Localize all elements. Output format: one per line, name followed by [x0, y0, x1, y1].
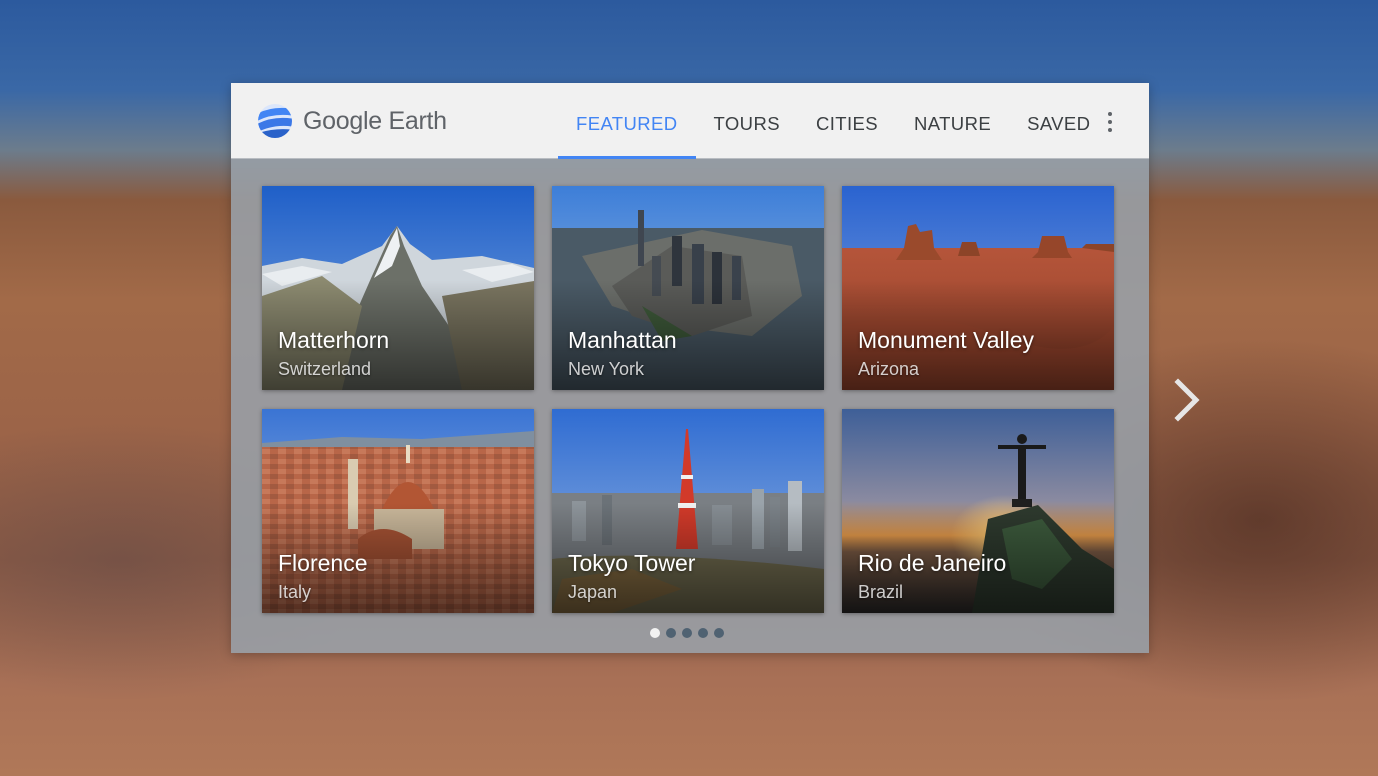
- card-subtitle: Japan: [568, 582, 618, 602]
- page-dot-5[interactable]: [714, 628, 724, 638]
- tab-tours[interactable]: TOURS: [696, 83, 798, 158]
- tab-nature[interactable]: NATURE: [896, 83, 1009, 158]
- card-title: Manhattan: [568, 327, 677, 353]
- category-tabs: FEATURED TOURS CITIES NATURE SAVED: [558, 83, 1108, 159]
- google-earth-logo: Google Earth: [257, 103, 447, 139]
- tab-featured[interactable]: FEATURED: [558, 83, 696, 159]
- card-title: Tokyo Tower: [568, 550, 696, 576]
- card-monument-valley[interactable]: Monument Valley Arizona: [842, 186, 1114, 390]
- page-dot-4[interactable]: [698, 628, 708, 638]
- card-tokyo-tower[interactable]: Tokyo Tower Japan: [552, 409, 824, 613]
- app-name: Google Earth: [303, 106, 447, 135]
- more-vert-icon[interactable]: [1097, 109, 1123, 135]
- card-manhattan[interactable]: Manhattan New York: [552, 186, 824, 390]
- page-dot-1[interactable]: [650, 628, 660, 638]
- card-subtitle: Arizona: [858, 359, 920, 379]
- card-rio-de-janeiro[interactable]: Rio de Janeiro Brazil: [842, 409, 1114, 613]
- featured-panel: Google Earth FEATURED TOURS CITIES NATUR…: [231, 83, 1149, 653]
- card-subtitle: New York: [568, 359, 645, 379]
- panel-header: Google Earth FEATURED TOURS CITIES NATUR…: [231, 83, 1149, 159]
- chevron-right-icon[interactable]: [1170, 378, 1204, 422]
- card-title: Florence: [278, 550, 368, 576]
- card-title: Rio de Janeiro: [858, 550, 1007, 576]
- page-dot-2[interactable]: [666, 628, 676, 638]
- card-title: Monument Valley: [858, 327, 1034, 353]
- pagination-dots: [650, 628, 724, 638]
- google-earth-logo-icon: [258, 104, 292, 138]
- featured-grid: Matterhorn Switzerland Manhattan New Yor…: [262, 186, 1114, 613]
- card-subtitle: Brazil: [858, 582, 904, 602]
- tab-saved[interactable]: SAVED: [1009, 83, 1108, 158]
- page-dot-3[interactable]: [682, 628, 692, 638]
- card-title: Matterhorn: [278, 327, 390, 353]
- card-subtitle: Italy: [278, 582, 312, 602]
- card-subtitle: Switzerland: [278, 359, 372, 379]
- card-florence[interactable]: Florence Italy: [262, 409, 534, 613]
- tab-cities[interactable]: CITIES: [798, 83, 896, 158]
- card-matterhorn[interactable]: Matterhorn Switzerland: [262, 186, 534, 390]
